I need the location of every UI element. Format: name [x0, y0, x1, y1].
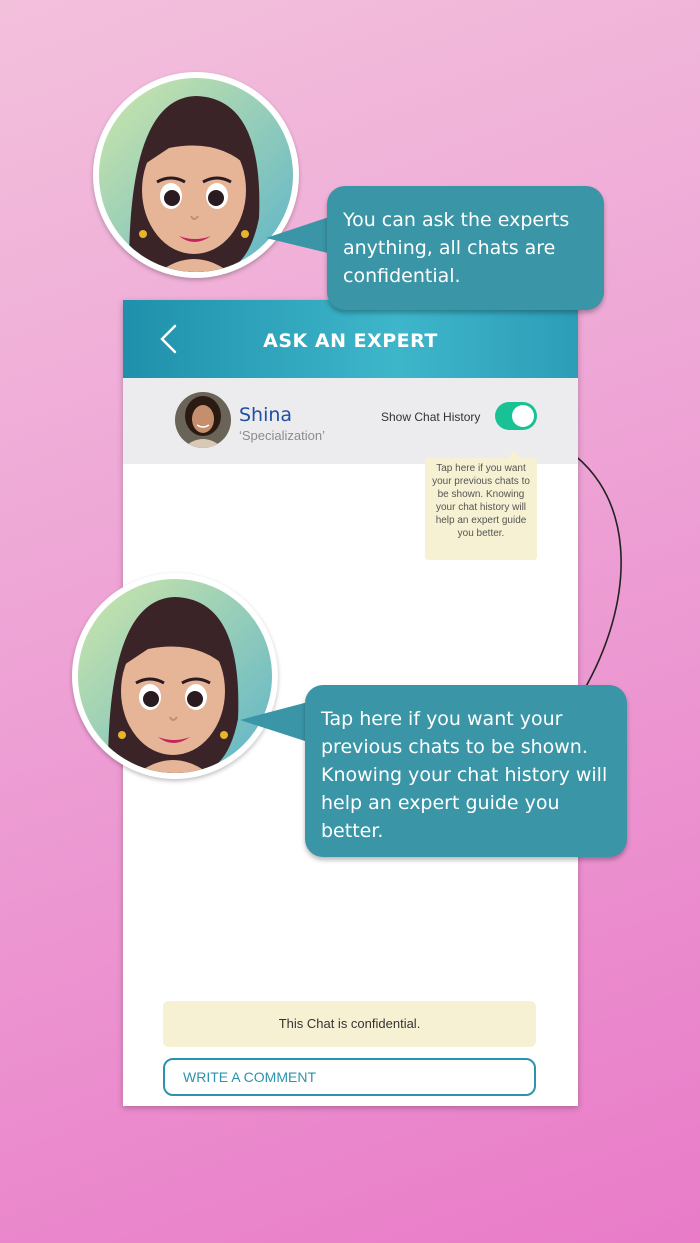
- bubble-tail-top: [266, 216, 332, 254]
- bubble-tail-bottom: [240, 702, 308, 742]
- chat-history-toggle[interactable]: [495, 402, 537, 430]
- speech-bubble-top-text: You can ask the experts anything, all ch…: [343, 209, 570, 287]
- tooltip-pointer: [508, 450, 520, 458]
- mascot-avatar-bottom: [72, 573, 278, 779]
- chat-history-label: Show Chat History: [381, 410, 481, 424]
- chat-history-tooltip: Tap here if you want your previous chats…: [425, 458, 537, 560]
- expert-specialization: ‘Specialization’: [239, 428, 325, 443]
- speech-bubble-bottom-text: Tap here if you want your previous chats…: [321, 708, 608, 842]
- speech-bubble-bottom: Tap here if you want your previous chats…: [305, 685, 627, 857]
- speech-bubble-top: You can ask the experts anything, all ch…: [327, 186, 604, 310]
- expert-name: Shina: [239, 404, 293, 426]
- page-title: ASK AN EXPERT: [263, 330, 438, 352]
- write-comment-button[interactable]: WRITE A COMMENT: [163, 1058, 536, 1096]
- confidential-notice: This Chat is confidential.: [163, 1001, 536, 1047]
- app-header: ASK AN EXPERT: [123, 300, 578, 378]
- expert-avatar[interactable]: [175, 392, 231, 448]
- toggle-knob: [512, 405, 534, 427]
